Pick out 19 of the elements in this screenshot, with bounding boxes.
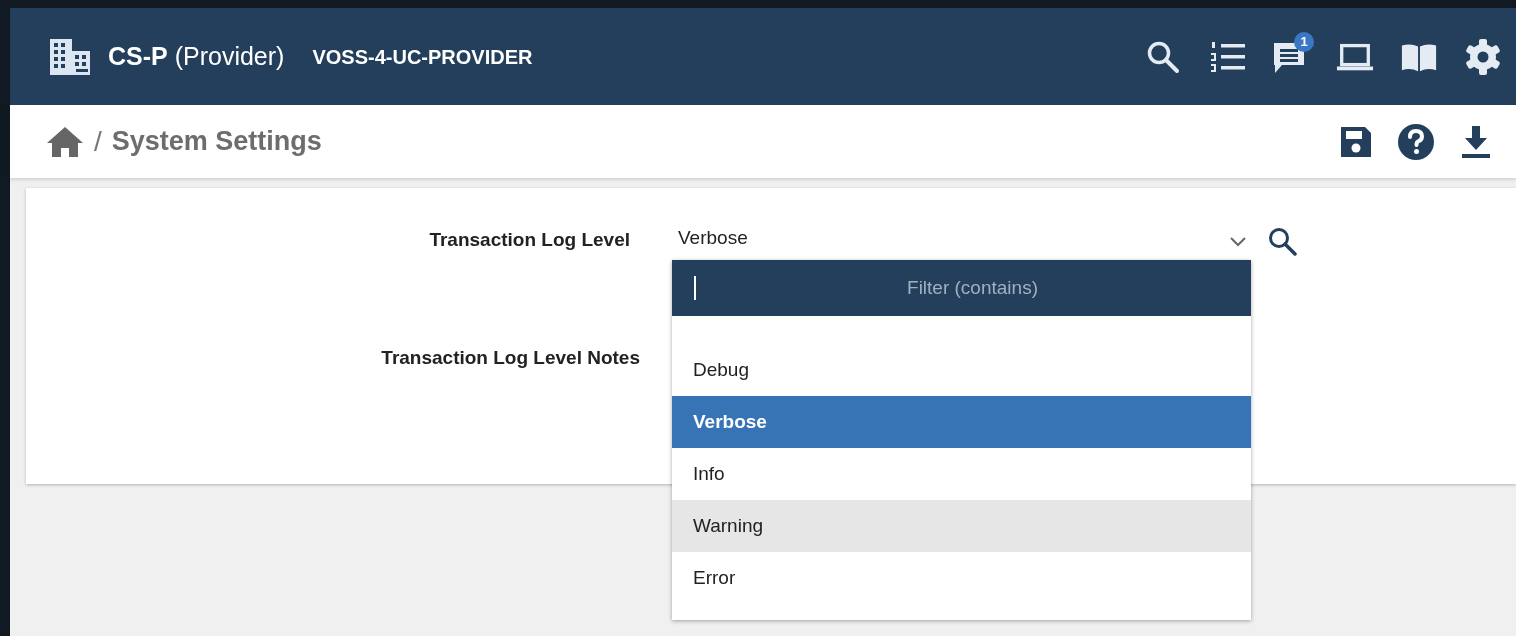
app-title: CS-P (Provider) (108, 40, 285, 72)
home-icon[interactable] (46, 125, 84, 158)
breadcrumb-separator: / (94, 124, 102, 159)
settings-button[interactable] (1464, 37, 1502, 76)
field-label: Transaction Log Level Notes (380, 346, 640, 370)
dropdown-option[interactable]: Info (672, 448, 1251, 500)
dropdown-option[interactable]: Debug (672, 344, 1251, 396)
filter-field[interactable]: Filter (contains) (672, 260, 1251, 316)
server-name: VOSS-4-UC-PROVIDER (312, 44, 533, 70)
notification-badge: 1 (1294, 31, 1314, 52)
dropdown-option[interactable]: Error (672, 552, 1251, 604)
help-button[interactable] (1396, 121, 1436, 162)
select-field[interactable]: Verbose (676, 224, 1253, 253)
dropdown-option[interactable]: Verbose (672, 396, 1251, 448)
field-label: Transaction Log Level (428, 228, 630, 252)
chevron-icon (1229, 236, 1247, 249)
building-icon (50, 38, 90, 75)
dropdown-option[interactable]: Warning (672, 500, 1251, 552)
page-title: System Settings (111, 125, 322, 159)
